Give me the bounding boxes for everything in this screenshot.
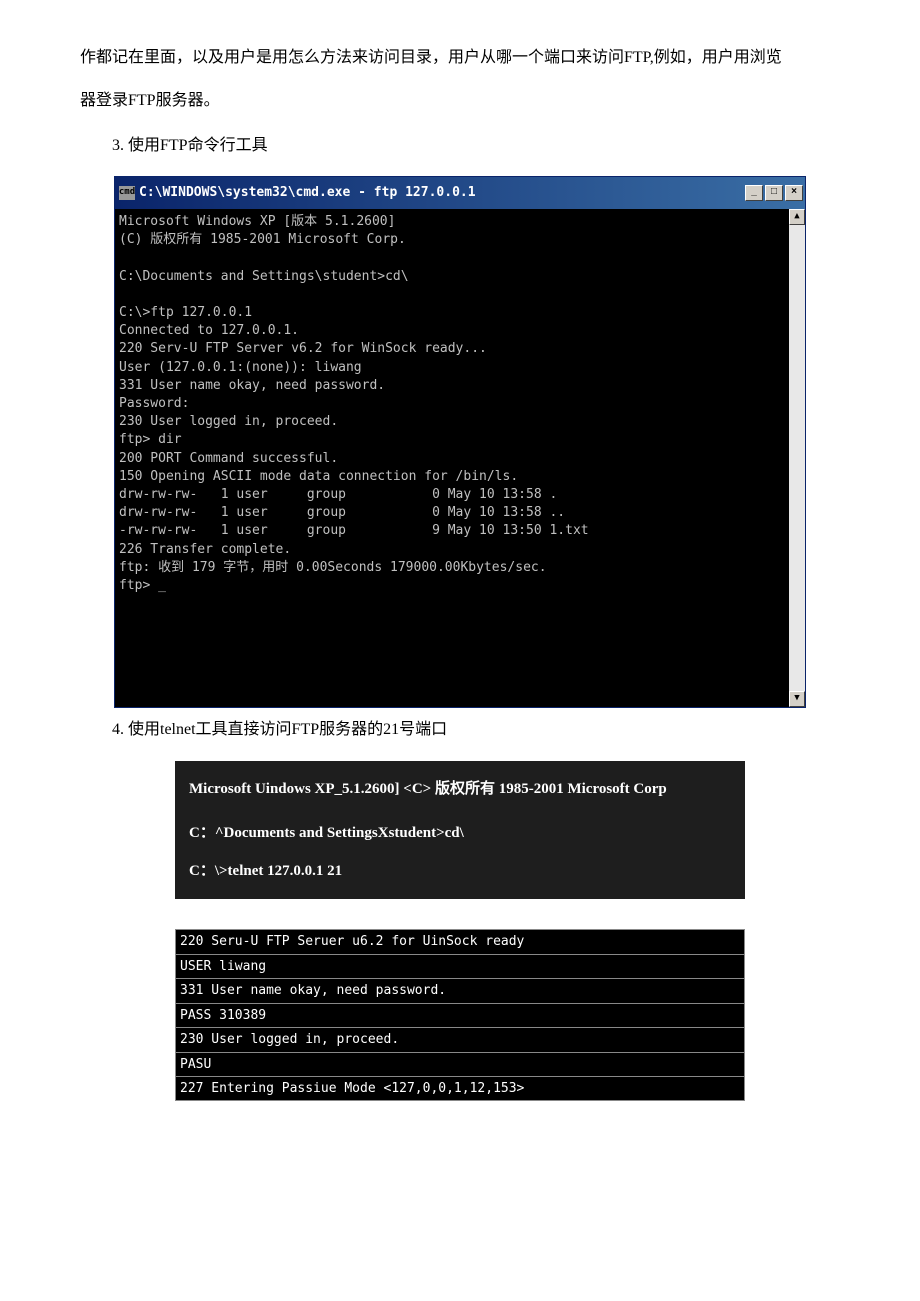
scroll-track[interactable] — [789, 225, 805, 691]
telnet-line-3: C：\>telnet 127.0.0.1 21 — [189, 859, 731, 883]
telnet-row-5: 230 User logged in, proceed. — [175, 1028, 745, 1052]
caption-4: 4. 使用telnet工具直接访问FTP服务器的21号端口 — [112, 712, 840, 747]
telnet-intro-box: Microsoft Uindows XP_5.1.2600] <C> 版权所有 … — [175, 761, 745, 899]
window-title: C:\WINDOWS\system32\cmd.exe - ftp 127.0.… — [139, 179, 745, 208]
telnet-row-7: 227 Entering Passiue Mode <127,0,0,1,12,… — [175, 1077, 745, 1101]
telnet-session-box: 220 Seru-U FTP Seruer u6.2 for UinSock r… — [175, 929, 745, 1101]
scroll-down-button[interactable]: ▼ — [789, 691, 805, 707]
paragraph-intro-2: 器登录FTP服务器。 — [80, 83, 840, 118]
scroll-up-button[interactable]: ▲ — [789, 209, 805, 225]
cmd-icon: cmd — [119, 186, 135, 200]
window-controls: _ □ × — [745, 185, 803, 201]
telnet-row-3: 331 User name okay, need password. — [175, 979, 745, 1003]
titlebar: cmd C:\WINDOWS\system32\cmd.exe - ftp 12… — [115, 177, 805, 210]
maximize-button[interactable]: □ — [765, 185, 783, 201]
vertical-scrollbar[interactable]: ▲ ▼ — [789, 209, 805, 707]
telnet-row-1: 220 Seru-U FTP Seruer u6.2 for UinSock r… — [175, 929, 745, 954]
telnet-row-6: PASU — [175, 1053, 745, 1077]
minimize-button[interactable]: _ — [745, 185, 763, 201]
paragraph-intro-1: 作都记在里面，以及用户是用怎么方法来访问目录，用户从哪一个端口来访问FTP,例如… — [80, 40, 840, 75]
close-button[interactable]: × — [785, 185, 803, 201]
telnet-row-4: PASS 310389 — [175, 1004, 745, 1028]
cmd-window: cmd C:\WINDOWS\system32\cmd.exe - ftp 12… — [114, 176, 806, 709]
terminal-output[interactable]: Microsoft Windows XP [版本 5.1.2600] (C) 版… — [115, 209, 789, 707]
section-heading-3: 3. 使用FTP命令行工具 — [112, 128, 840, 163]
telnet-line-1: Microsoft Uindows XP_5.1.2600] <C> 版权所有 … — [189, 777, 731, 801]
cmd-body-wrap: Microsoft Windows XP [版本 5.1.2600] (C) 版… — [115, 209, 805, 707]
telnet-line-2: C：^Documents and SettingsXstudent>cd\ — [189, 821, 731, 845]
telnet-row-2: USER liwang — [175, 955, 745, 979]
